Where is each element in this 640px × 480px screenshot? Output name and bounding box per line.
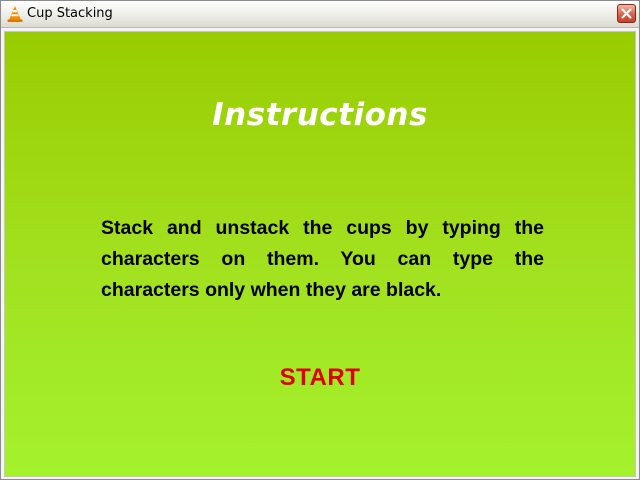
instructions-heading: Instructions [212,97,428,133]
instructions-text: Stack and unstack the cups by typing the… [101,217,544,301]
start-button[interactable]: START [5,363,635,393]
title-bar[interactable]: Cup Stacking [1,1,639,28]
traffic-cone-icon [6,5,24,23]
game-screen: Instructions Stack and unstack the cups … [4,31,636,477]
app-window: Cup Stacking Instructions Stack and unst… [0,0,640,480]
close-button[interactable] [617,4,636,23]
close-icon [621,8,632,19]
window-title: Cup Stacking [27,6,113,21]
